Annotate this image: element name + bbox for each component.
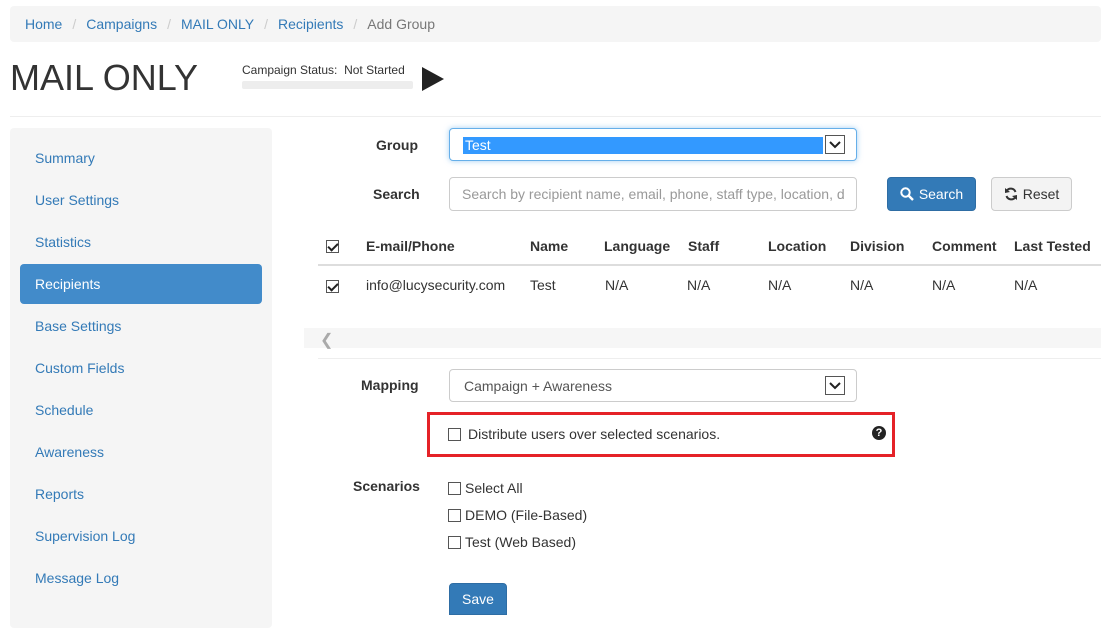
scenario-checkbox[interactable]: [448, 535, 461, 549]
breadcrumb-campaigns[interactable]: Campaigns: [86, 16, 157, 32]
sidebar-item-base-settings[interactable]: Base Settings: [20, 306, 262, 346]
breadcrumb-campaign[interactable]: MAIL ONLY: [181, 16, 254, 32]
sidebar-item-statistics[interactable]: Statistics: [20, 222, 262, 262]
section-divider: [318, 358, 1101, 359]
campaign-progress-bar: [242, 81, 413, 89]
scenario-test-web-based[interactable]: Test (Web Based): [448, 534, 576, 550]
group-select[interactable]: Test: [449, 128, 857, 161]
sidebar-item-schedule[interactable]: Schedule: [20, 390, 262, 430]
table-header-divider: [318, 264, 1101, 266]
sidebar-item-reports[interactable]: Reports: [20, 474, 262, 514]
breadcrumb-separator: /: [353, 16, 358, 32]
column-header-location[interactable]: Location: [768, 238, 826, 254]
help-icon[interactable]: ?: [872, 426, 886, 440]
breadcrumb-separator: /: [72, 16, 77, 32]
search-label: Search: [373, 186, 420, 202]
reset-button[interactable]: Reset: [991, 177, 1072, 211]
distribute-label: Distribute users over selected scenarios…: [468, 426, 721, 442]
column-header-name[interactable]: Name: [530, 238, 568, 254]
breadcrumb-home[interactable]: Home: [25, 16, 62, 32]
sidebar-item-recipients[interactable]: Recipients: [20, 264, 262, 304]
mapping-select-value: Campaign + Awareness: [464, 378, 612, 394]
column-header-division[interactable]: Division: [850, 238, 904, 254]
cell-last-tested: N/A: [1014, 277, 1038, 293]
scenario-label: DEMO (File-Based): [465, 507, 588, 523]
sidebar-item-awareness[interactable]: Awareness: [20, 432, 262, 472]
checkbox-icon: [326, 239, 339, 253]
chevron-down-icon: [825, 376, 845, 395]
sidebar-item-user-settings[interactable]: User Settings: [20, 180, 262, 220]
checkbox-icon: [326, 279, 339, 293]
scenario-label: Select All: [465, 480, 523, 496]
scenarios-label: Scenarios: [353, 478, 420, 494]
play-icon[interactable]: [421, 66, 445, 92]
search-button[interactable]: Search: [887, 177, 976, 211]
column-header-comment[interactable]: Comment: [932, 238, 997, 254]
breadcrumb-recipients[interactable]: Recipients: [278, 16, 343, 32]
table-horizontal-scrollbar[interactable]: ❮: [304, 328, 1101, 350]
cell-division: N/A: [850, 277, 874, 293]
scenario-select-all[interactable]: Select All: [448, 480, 523, 496]
sidebar-item-custom-fields[interactable]: Custom Fields: [20, 348, 262, 388]
sidebar-item-summary[interactable]: Summary: [20, 138, 262, 178]
cell-comment: N/A: [932, 277, 956, 293]
cell-location: N/A: [768, 277, 792, 293]
group-select-value: Test: [463, 137, 823, 154]
distribute-checkbox[interactable]: [448, 427, 461, 441]
breadcrumb-separator: /: [167, 16, 171, 32]
search-button-label: Search: [918, 186, 964, 202]
column-header-language[interactable]: Language: [604, 238, 670, 254]
scenario-label: Test (Web Based): [465, 534, 577, 550]
column-header-staff[interactable]: Staff: [688, 238, 719, 254]
breadcrumb-separator: /: [264, 16, 268, 32]
sidebar: Summary User Settings Statistics Recipie…: [10, 128, 272, 628]
breadcrumb: Home / Campaigns / MAIL ONLY / Recipient…: [10, 6, 1101, 42]
sidebar-item-message-log[interactable]: Message Log: [20, 558, 262, 598]
column-header-email[interactable]: E-mail/Phone: [366, 238, 455, 254]
campaign-status-text: Campaign Status: Not Started: [242, 63, 413, 77]
search-icon: [900, 187, 914, 201]
search-input[interactable]: [449, 177, 857, 211]
refresh-icon: [1004, 187, 1017, 201]
select-all-checkbox[interactable]: [326, 237, 339, 253]
cell-staff: N/A: [687, 277, 711, 293]
sidebar-item-supervision-log[interactable]: Supervision Log: [20, 516, 262, 556]
mapping-select[interactable]: Campaign + Awareness: [449, 369, 857, 402]
chevron-down-icon: [825, 135, 845, 154]
column-header-last-tested[interactable]: Last Tested: [1014, 238, 1091, 254]
campaign-status: Campaign Status: Not Started: [242, 63, 413, 89]
scenario-checkbox[interactable]: [448, 481, 461, 495]
scenario-checkbox[interactable]: [448, 508, 461, 522]
group-label: Group: [376, 137, 418, 153]
save-button[interactable]: Save: [449, 583, 507, 615]
cell-name: Test: [530, 277, 556, 293]
campaign-status-label: Campaign Status:: [242, 63, 338, 77]
distribute-option[interactable]: Distribute users over selected scenarios…: [448, 426, 720, 442]
page-title: MAIL ONLY: [10, 57, 199, 98]
chevron-left-icon[interactable]: ❮: [320, 330, 333, 350]
scenario-demo-file-based[interactable]: DEMO (File-Based): [448, 507, 587, 523]
reset-button-label: Reset: [1022, 186, 1060, 202]
breadcrumb-current: Add Group: [367, 16, 435, 32]
row-checkbox[interactable]: [326, 277, 339, 293]
mapping-label: Mapping: [361, 377, 419, 393]
campaign-status-value: Not Started: [344, 63, 405, 77]
cell-language: N/A: [605, 277, 629, 293]
cell-email: info@lucysecurity.com: [366, 277, 506, 293]
header-divider: [10, 116, 1101, 117]
